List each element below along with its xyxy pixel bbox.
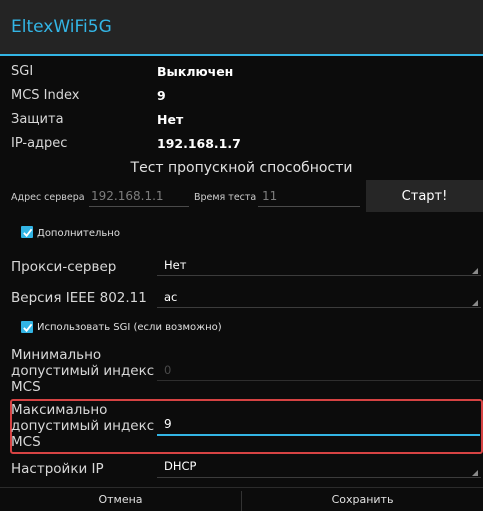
checkmark-icon <box>22 228 32 237</box>
info-label-security: Защита <box>11 112 64 127</box>
info-value-sgi: Выключен <box>157 64 234 79</box>
bottom-button-bar: Отмена Сохранить <box>0 487 483 511</box>
ip-settings-label: Настройки IP <box>11 461 104 477</box>
max-mcs-underline <box>157 434 480 436</box>
ieee-label: Версия IEEE 802.11 <box>11 290 147 306</box>
info-label-ip: IP-адрес <box>11 136 68 151</box>
throughput-title: Тест пропускной способности <box>130 160 353 176</box>
server-address-underline <box>89 206 189 207</box>
save-button[interactable]: Сохранить <box>242 488 483 511</box>
title-bar: EltexWiFi5G <box>0 0 483 56</box>
min-mcs-label: Минимально допустимый индекс MCS <box>11 347 154 395</box>
min-mcs-label-line-3: MCS <box>11 379 41 395</box>
ieee-dropdown-icon[interactable] <box>472 300 478 306</box>
ieee-select[interactable]: ac <box>164 290 177 304</box>
test-time-underline <box>258 206 360 207</box>
min-mcs-input[interactable]: 0 <box>164 363 171 377</box>
test-time-label: Время теста <box>194 192 257 203</box>
proxy-dropdown-icon[interactable] <box>472 268 478 274</box>
info-value-security: Нет <box>157 112 184 127</box>
proxy-underline <box>157 275 481 276</box>
ip-settings-underline <box>157 477 481 478</box>
max-mcs-label: Максимально допустимый индекс MCS <box>11 402 154 450</box>
max-mcs-label-line-3: MCS <box>11 434 41 450</box>
ip-settings-select[interactable]: DHCP <box>164 459 196 473</box>
min-mcs-underline <box>157 380 481 381</box>
checkmark-icon <box>22 323 32 332</box>
info-label-mcs-index: MCS Index <box>11 88 80 103</box>
max-mcs-label-line-2: допустимый индекс <box>11 418 155 434</box>
app-title: EltexWiFi5G <box>11 17 112 37</box>
info-label-sgi: SGI <box>11 64 34 79</box>
test-time-input[interactable]: 11 <box>262 189 277 203</box>
sgi-option-label: Использовать SGI (если возможно) <box>37 322 222 333</box>
info-value-mcs-index: 9 <box>157 88 166 103</box>
proxy-label: Прокси-сервер <box>11 259 117 275</box>
server-address-label: Адрес сервера <box>11 192 85 203</box>
sgi-checkbox[interactable] <box>21 321 33 333</box>
min-mcs-label-line-2: допустимый индекс <box>11 363 155 379</box>
min-mcs-label-line-1: Минимально <box>11 347 102 363</box>
cancel-button[interactable]: Отмена <box>0 488 241 511</box>
advanced-label: Дополнительно <box>37 228 120 239</box>
max-mcs-label-line-1: Максимально <box>11 402 108 418</box>
info-value-ip: 192.168.1.7 <box>157 136 241 151</box>
ip-settings-dropdown-icon[interactable] <box>472 470 478 476</box>
start-button[interactable]: Старт! <box>366 180 483 212</box>
max-mcs-input[interactable]: 9 <box>164 417 172 431</box>
server-address-input[interactable]: 192.168.1.1 <box>91 189 164 203</box>
advanced-checkbox[interactable] <box>21 226 33 238</box>
proxy-select[interactable]: Нет <box>164 258 186 272</box>
ieee-underline <box>157 307 481 308</box>
